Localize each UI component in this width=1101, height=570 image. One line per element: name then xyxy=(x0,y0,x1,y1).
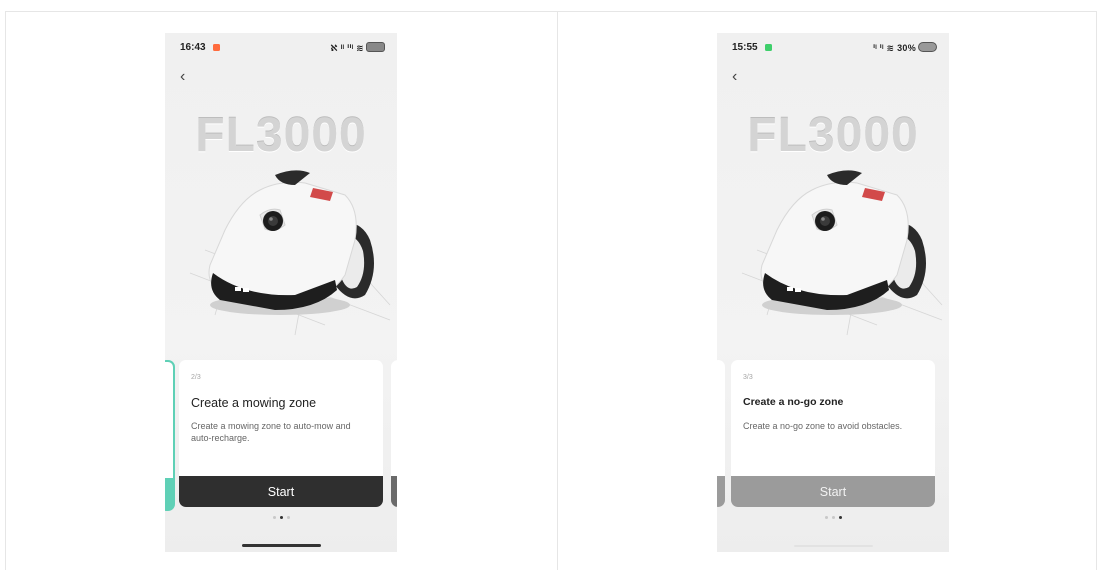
previous-card-peek[interactable] xyxy=(717,360,725,507)
mower-image xyxy=(741,170,943,336)
next-card-button xyxy=(391,476,397,507)
status-bar: 15:55 ⁱˡ ⁱˡ ≋ 30% xyxy=(732,42,937,56)
page-dot xyxy=(824,516,828,519)
page-dot xyxy=(286,516,290,519)
previous-card-peek[interactable] xyxy=(165,360,175,511)
battery-icon xyxy=(366,42,385,52)
status-icons: ℵ ᴵᴵ ⁱⁱˡ ≋ xyxy=(330,42,385,54)
phone-screen-mowing-zone: 16:43 ℵ ᴵᴵ ⁱⁱˡ ≋ ‹ FL3000 2/3 Create a m… xyxy=(165,33,397,552)
status-icons: ⁱˡ ⁱˡ ≋ 30% xyxy=(873,42,937,54)
previous-card-button xyxy=(717,476,725,507)
signal-wifi-icons: ℵ ᴵᴵ ⁱⁱˡ ≋ xyxy=(330,43,364,53)
onboarding-card: 2/3 Create a mowing zone Create a mowing… xyxy=(179,360,383,507)
start-button[interactable]: Start xyxy=(179,476,383,507)
battery-icon xyxy=(918,42,937,52)
start-button[interactable]: Start xyxy=(731,476,935,507)
signal-wifi-icons: ⁱˡ ⁱˡ ≋ 30% xyxy=(873,43,916,53)
page-indicator xyxy=(165,516,397,519)
phone-screen-no-go-zone: 15:55 ⁱˡ ⁱˡ ≋ 30% ‹ FL3000 3/3 Create a … xyxy=(717,33,949,552)
card-description: Create a no-go zone to avoid obstacles. xyxy=(743,421,903,431)
onboarding-card: 3/3 Create a no-go zone Create a no-go z… xyxy=(731,360,935,507)
back-button[interactable]: ‹ xyxy=(732,68,737,86)
page-dot-active xyxy=(838,516,842,519)
next-card-peek[interactable] xyxy=(391,360,397,507)
card-title: Create a no-go zone xyxy=(743,396,844,408)
step-indicator: 2/3 xyxy=(191,374,201,381)
page-dot-active xyxy=(279,516,283,519)
status-time: 15:55 xyxy=(732,42,758,53)
home-indicator xyxy=(794,545,873,547)
mower-image xyxy=(189,170,391,336)
notification-icon xyxy=(213,44,220,51)
previous-card-button xyxy=(165,478,173,509)
back-button[interactable]: ‹ xyxy=(180,68,185,86)
page-dot xyxy=(831,516,835,519)
panel-divider xyxy=(557,11,558,570)
status-time: 16:43 xyxy=(180,42,206,53)
home-indicator xyxy=(242,544,321,547)
status-bar: 16:43 ℵ ᴵᴵ ⁱⁱˡ ≋ xyxy=(180,42,385,56)
page-dot xyxy=(272,516,276,519)
step-indicator: 3/3 xyxy=(743,374,753,381)
card-title: Create a mowing zone xyxy=(191,396,317,410)
notification-icon xyxy=(765,44,772,51)
page-indicator xyxy=(717,516,949,519)
card-description: Create a mowing zone to auto-mow and aut… xyxy=(191,421,351,443)
